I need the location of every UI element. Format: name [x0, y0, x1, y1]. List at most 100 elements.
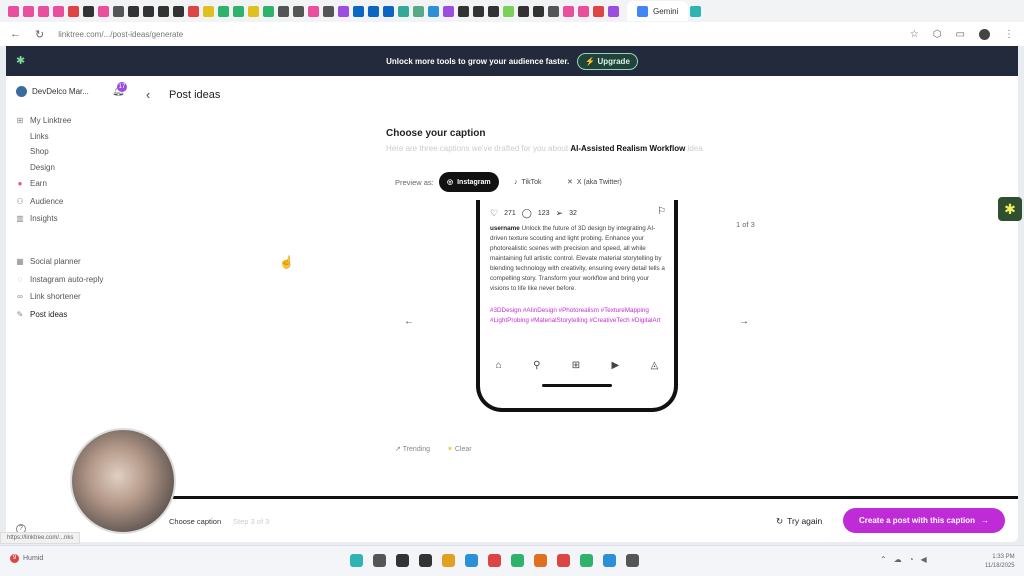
- taskbar-app-icon[interactable]: [442, 554, 455, 567]
- tab-favicon-icon[interactable]: [578, 5, 589, 17]
- extensions-icon[interactable]: ⬡: [933, 29, 942, 40]
- tab-tiktok[interactable]: ♪ TikTok: [506, 172, 549, 192]
- tab-favicon-icon[interactable]: [690, 5, 702, 17]
- address-bar[interactable]: linktree.com/.../post-ideas/generate: [58, 30, 896, 39]
- chevron-up-icon[interactable]: ⌃: [880, 555, 887, 564]
- heart-icon[interactable]: ♡: [490, 208, 498, 219]
- tab-active[interactable]: Gemini: [627, 1, 689, 21]
- tab-favicon-icon[interactable]: [203, 5, 214, 17]
- browser-tabstrip: Gemini: [0, 0, 1024, 22]
- cloud-icon[interactable]: ☁: [894, 555, 902, 564]
- taskbar-app-icon[interactable]: [373, 554, 386, 567]
- sidebar-item-instagram-auto-reply[interactable]: ◌ Instagram auto-reply: [16, 272, 146, 286]
- previous-arrow-icon[interactable]: ←: [404, 316, 414, 327]
- tab-favicon-icon[interactable]: [518, 5, 529, 17]
- tab-favicon-icon[interactable]: [608, 5, 619, 17]
- tab-favicon-icon[interactable]: [53, 5, 64, 17]
- tab-favicon-icon[interactable]: [8, 5, 19, 17]
- tab-favicon-icon[interactable]: [143, 5, 154, 17]
- tab-favicon-icon[interactable]: [248, 5, 259, 17]
- tab-favicon-icon[interactable]: [593, 5, 604, 17]
- sidebar-item-shop[interactable]: Shop: [30, 144, 160, 158]
- profile-avatar[interactable]: [979, 28, 990, 40]
- taskbar-app-icon[interactable]: [488, 554, 501, 567]
- linktree-logo-icon[interactable]: ✱: [16, 54, 25, 67]
- sidebar-item-link-shortener[interactable]: ∞ Link shortener: [16, 289, 146, 303]
- tab-favicon-icon[interactable]: [413, 5, 424, 17]
- tab-favicon-icon[interactable]: [458, 5, 469, 17]
- tab-favicon-icon[interactable]: [383, 5, 394, 17]
- wifi-icon[interactable]: ◔: [909, 555, 914, 564]
- tab-favicon-icon[interactable]: [293, 5, 304, 17]
- volume-icon[interactable]: ◀: [921, 555, 927, 564]
- sidebar-item-earn[interactable]: ● Earn: [16, 176, 146, 190]
- tab-favicon-icon[interactable]: [443, 5, 454, 17]
- clear-chip[interactable]: ✶ Clear: [447, 445, 472, 453]
- try-again-button[interactable]: ↻ Try again: [776, 516, 822, 527]
- tab-favicon-icon[interactable]: [23, 5, 34, 17]
- sidebar-item-design[interactable]: Design: [30, 160, 160, 174]
- profile-switcher[interactable]: DevDelco Mar...: [16, 86, 89, 97]
- send-icon[interactable]: ➢: [556, 208, 564, 219]
- upgrade-button[interactable]: ⚡ Upgrade: [577, 52, 638, 70]
- tab-favicon-icon[interactable]: [278, 5, 289, 17]
- back-chevron-icon[interactable]: ‹: [146, 87, 150, 102]
- taskbar-app-icon[interactable]: [534, 554, 547, 567]
- tab-favicon-icon[interactable]: [533, 5, 544, 17]
- bookmark-icon[interactable]: ⚐: [657, 206, 666, 217]
- tab-favicon-icon[interactable]: [308, 5, 319, 17]
- tab-favicon-icon[interactable]: [218, 5, 229, 17]
- next-arrow-icon[interactable]: →: [739, 316, 749, 327]
- sidebar-item-social-planner[interactable]: ▦ Social planner: [16, 254, 146, 268]
- taskbar-app-icon[interactable]: [511, 554, 524, 567]
- comment-icon[interactable]: ◯: [522, 208, 532, 219]
- tab-favicon-icon[interactable]: [38, 5, 49, 17]
- tab-favicon-icon[interactable]: [548, 5, 559, 17]
- taskbar-app-icon[interactable]: [465, 554, 478, 567]
- split-view-icon[interactable]: ▭: [956, 29, 965, 40]
- trending-chip[interactable]: ↗ Trending: [395, 445, 430, 453]
- tab-favicon-icon[interactable]: [338, 5, 349, 17]
- extension-side-icon[interactable]: ✱: [998, 197, 1022, 221]
- tab-favicon-icon[interactable]: [128, 5, 139, 17]
- reload-icon[interactable]: ↻: [35, 28, 44, 41]
- tab-favicon-icon[interactable]: [488, 5, 499, 17]
- tab-favicon-icon[interactable]: [68, 5, 79, 17]
- menu-icon[interactable]: ⋮: [1004, 29, 1014, 40]
- bookmark-star-icon[interactable]: ☆: [910, 29, 919, 40]
- sidebar-item-audience[interactable]: ⚇ Audience: [16, 194, 146, 208]
- system-clock[interactable]: 1:33 PM 11/18/2025: [985, 553, 1015, 571]
- back-arrow-icon[interactable]: ←: [10, 28, 21, 40]
- sidebar-item-post-ideas[interactable]: ✎ Post ideas: [16, 307, 146, 321]
- tab-favicon-icon[interactable]: [173, 5, 184, 17]
- tab-favicon-icon[interactable]: [158, 5, 169, 17]
- tab-favicon-icon[interactable]: [473, 5, 484, 17]
- tab-favicon-icon[interactable]: [428, 5, 439, 17]
- tab-favicon-icon[interactable]: [353, 5, 364, 17]
- tab-favicon-icon[interactable]: [233, 5, 244, 17]
- create-post-button[interactable]: Create a post with this caption →: [843, 508, 1005, 533]
- taskbar-app-icon[interactable]: [580, 554, 593, 567]
- tab-x[interactable]: ✕ X (aka Twitter): [559, 172, 630, 192]
- tab-favicon-icon[interactable]: [323, 5, 334, 17]
- tab-favicon-icon[interactable]: [263, 5, 274, 17]
- tab-favicon-icon[interactable]: [188, 5, 199, 17]
- taskbar-app-icon[interactable]: [419, 554, 432, 567]
- sidebar-item-insights[interactable]: ▥ Insights: [16, 211, 146, 225]
- sidebar-item-links[interactable]: Links: [30, 129, 160, 143]
- taskbar-app-icon[interactable]: [626, 554, 639, 567]
- taskbar-app-icon[interactable]: [557, 554, 570, 567]
- tab-favicon-icon[interactable]: [563, 5, 574, 17]
- taskbar-app-icon[interactable]: [350, 554, 363, 567]
- tab-favicon-icon[interactable]: [83, 5, 94, 17]
- taskbar-app-icon[interactable]: [396, 554, 409, 567]
- tab-favicon-icon[interactable]: [113, 5, 124, 17]
- tab-favicon-icon[interactable]: [503, 5, 514, 17]
- tab-favicon-icon[interactable]: [98, 5, 109, 17]
- tab-favicon-icon[interactable]: [368, 5, 379, 17]
- tab-favicon-icon[interactable]: [398, 5, 409, 17]
- sidebar-item-my-linktree[interactable]: ⊞ My Linktree: [16, 113, 146, 127]
- weather-widget[interactable]: 9 Humid: [10, 554, 43, 563]
- taskbar-app-icon[interactable]: [603, 554, 616, 567]
- tab-instagram[interactable]: ◎ Instagram: [439, 172, 499, 192]
